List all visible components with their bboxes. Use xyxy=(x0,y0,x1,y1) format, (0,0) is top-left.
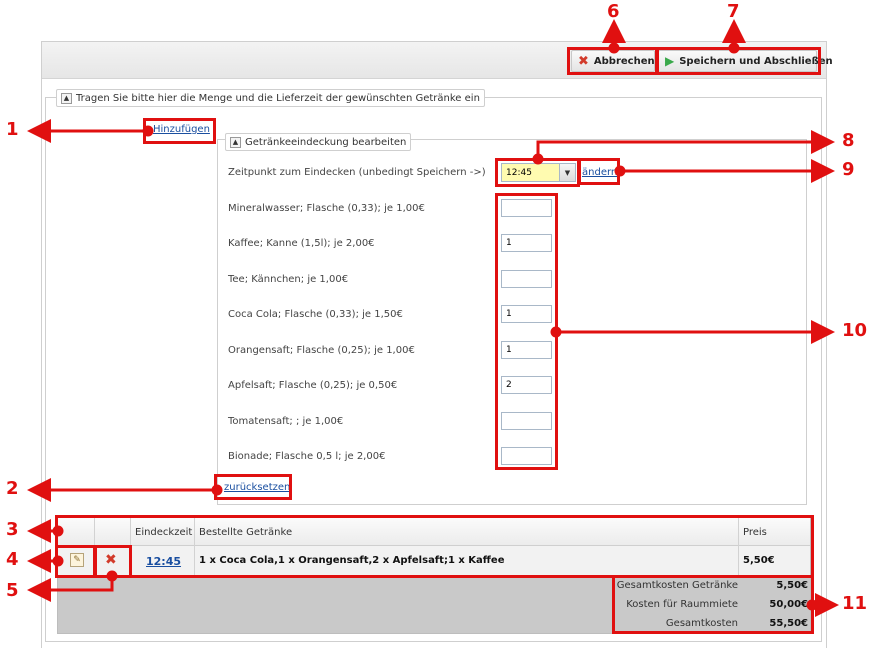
collapse-icon[interactable]: ▲ xyxy=(61,92,72,104)
outer-section-title: Tragen Sie bitte hier die Menge und die … xyxy=(76,92,480,104)
drink-label: Coca Cola; Flasche (0,33); je 1,50€ xyxy=(228,309,403,320)
annotation-number: 6 xyxy=(607,1,620,22)
annotation-box xyxy=(55,515,814,578)
drink-label: Apfelsaft; Flasche (0,25); je 0,50€ xyxy=(228,380,398,391)
annotation-box xyxy=(214,474,292,500)
outer-section-legend[interactable]: ▲ Tragen Sie bitte hier die Menge und di… xyxy=(56,89,485,107)
annotation-number: 9 xyxy=(842,159,855,180)
annotation-number: 2 xyxy=(6,478,19,499)
time-label: Zeitpunkt zum Eindecken (unbedingt Speic… xyxy=(228,167,486,178)
annotation-number: 11 xyxy=(842,593,868,614)
annotation-box xyxy=(94,545,132,578)
drink-label: Orangensaft; Flasche (0,25); je 1,00€ xyxy=(228,345,415,356)
annotation-number: 1 xyxy=(6,119,19,140)
drink-label: Bionade; Flasche 0,5 l; je 2,00€ xyxy=(228,451,386,462)
annotation-box xyxy=(567,47,658,75)
annotation-number: 5 xyxy=(6,580,19,601)
annotation-box xyxy=(55,545,96,578)
drink-label: Mineralwasser; Flasche (0,33); je 1,00€ xyxy=(228,203,425,214)
annotation-box xyxy=(495,193,558,470)
annotation-number: 7 xyxy=(727,1,740,22)
annotation-box xyxy=(495,158,580,187)
annotation-number: 8 xyxy=(842,130,855,151)
drink-label: Kaffee; Kanne (1,5l); je 2,00€ xyxy=(228,238,375,249)
annotation-box xyxy=(143,118,216,144)
annotation-number: 3 xyxy=(6,519,19,540)
annotation-number: 4 xyxy=(6,549,19,570)
annotation-box xyxy=(612,575,814,634)
inner-section-legend[interactable]: ▲ Getränkeeindeckung bearbeiten xyxy=(225,133,412,151)
annotation-number: 10 xyxy=(842,320,868,341)
drink-label: Tee; Kännchen; je 1,00€ xyxy=(228,274,349,285)
inner-section-title: Getränkeeindeckung bearbeiten xyxy=(245,136,407,148)
collapse-icon[interactable]: ▲ xyxy=(230,136,241,148)
drink-label: Tomatensaft; ; je 1,00€ xyxy=(228,416,344,427)
annotation-box xyxy=(656,47,821,75)
annotation-box xyxy=(578,158,620,185)
